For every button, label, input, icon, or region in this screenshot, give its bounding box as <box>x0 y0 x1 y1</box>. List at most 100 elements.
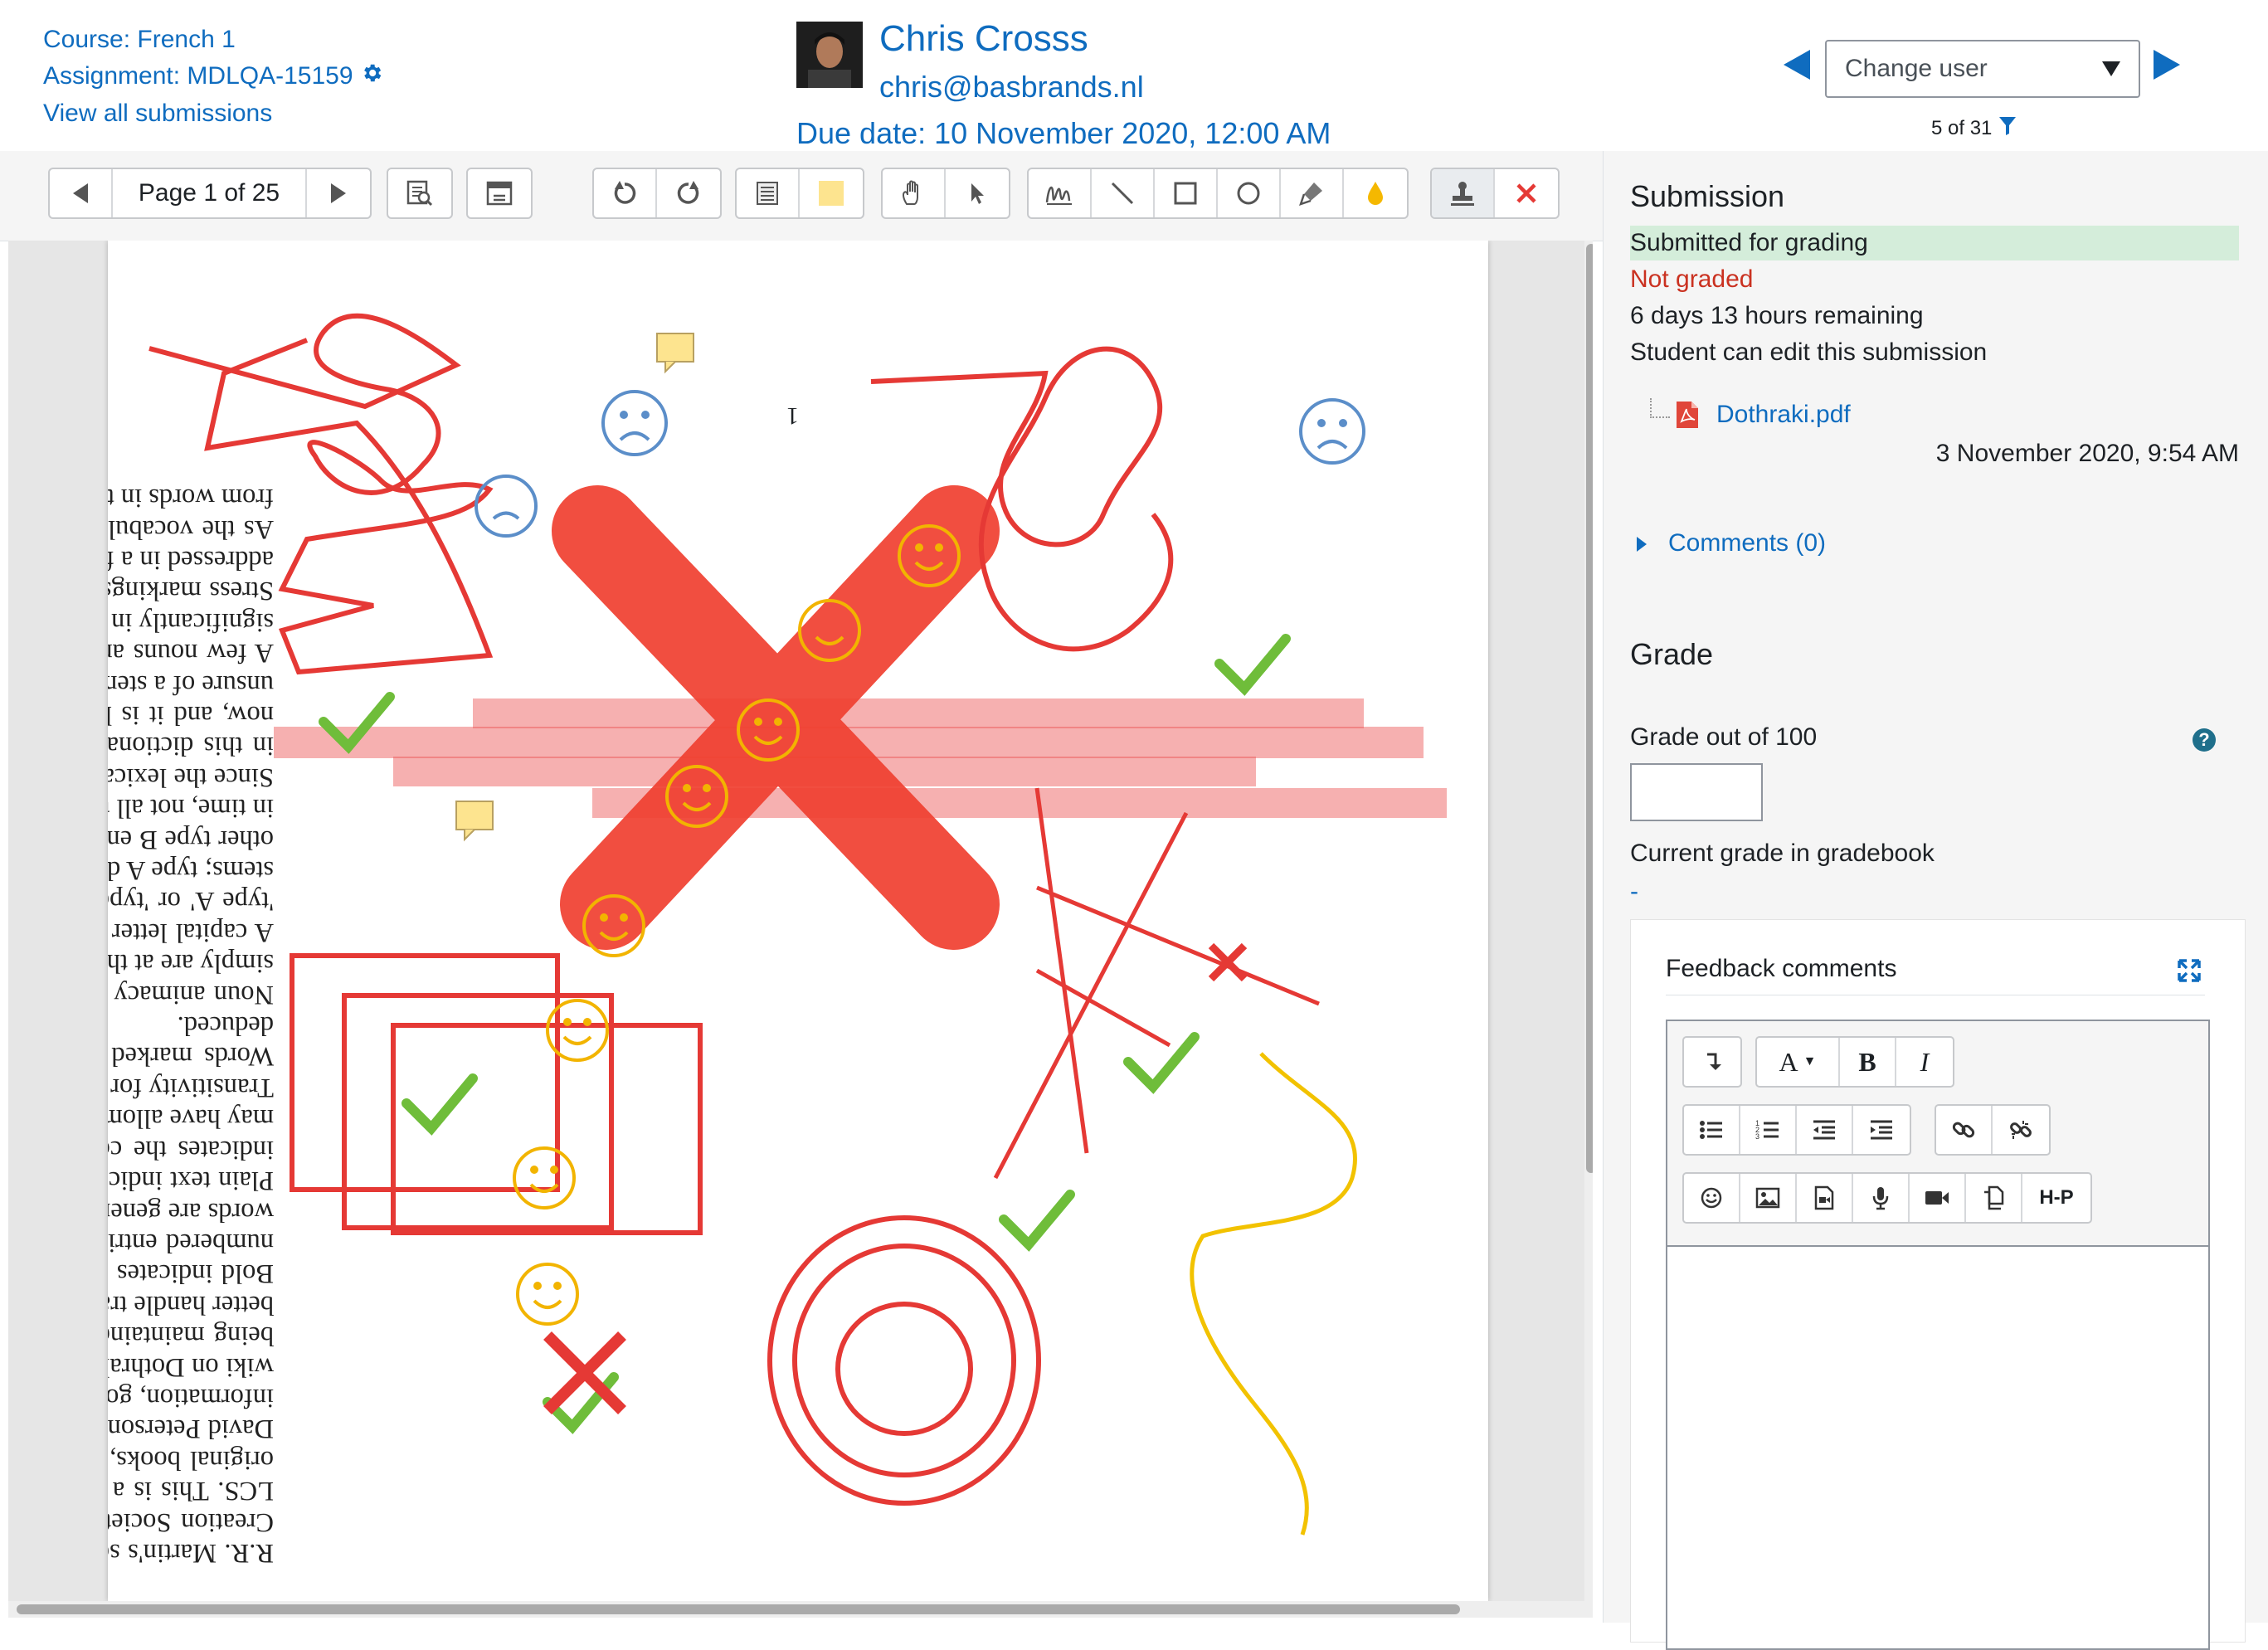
h5p-icon[interactable]: H-P <box>2022 1174 2090 1222</box>
oval-annotation[interactable] <box>792 1244 1016 1477</box>
tick-stamp[interactable] <box>319 692 395 754</box>
user-count: 5 of 31 <box>1931 116 2017 142</box>
bullet-list-icon[interactable] <box>1684 1106 1740 1154</box>
next-page-icon[interactable] <box>307 169 370 217</box>
annotation-layer[interactable] <box>108 241 1488 1601</box>
line-annotation[interactable] <box>1035 968 1171 1048</box>
manage-files-icon[interactable] <box>1966 1174 2022 1222</box>
vertical-scrollbar[interactable] <box>1584 241 1593 1601</box>
next-user-icon[interactable] <box>2154 50 2180 80</box>
sad-face-stamp[interactable] <box>1299 398 1365 465</box>
current-grade-value[interactable]: - <box>1630 878 1638 906</box>
rectangle-annotation[interactable] <box>290 953 560 1192</box>
page-select[interactable]: Page 1 of 25 <box>113 169 307 217</box>
comment-icon[interactable] <box>737 169 800 217</box>
view-all-submissions-link[interactable]: View all submissions <box>43 100 272 127</box>
submission-heading: Submission <box>1630 179 1785 213</box>
outdent-icon[interactable] <box>1797 1106 1853 1154</box>
video-icon[interactable] <box>1910 1174 1966 1222</box>
help-icon[interactable]: ? <box>2193 728 2216 752</box>
tick-stamp[interactable] <box>1123 1032 1200 1094</box>
rotate-group <box>592 168 722 219</box>
indent-icon[interactable] <box>1853 1106 1910 1154</box>
vertical-scroll-thumb[interactable] <box>1586 244 1593 1173</box>
highlighter-icon[interactable] <box>1281 169 1344 217</box>
oval-annotation[interactable] <box>767 1215 1041 1506</box>
italic-icon[interactable]: I <box>1896 1038 1953 1086</box>
horizontal-scrollbar[interactable] <box>8 1601 1593 1618</box>
unlink-icon[interactable] <box>1993 1106 2049 1154</box>
comment-bubble-icon[interactable] <box>656 333 694 374</box>
smiley-stamp[interactable] <box>513 1146 576 1210</box>
stamp-cross-icon[interactable] <box>1495 169 1558 217</box>
smiley-stamp[interactable] <box>516 1263 579 1326</box>
user-email-link[interactable]: chris@basbrands.nl <box>879 70 1144 104</box>
comment-group <box>735 168 864 219</box>
page-nav-group: Page 1 of 25 <box>48 168 372 219</box>
annotation-color-icon[interactable] <box>1344 169 1407 217</box>
previous-user-icon[interactable] <box>1784 50 1810 80</box>
oval-icon[interactable] <box>1218 169 1281 217</box>
rectangle-annotation[interactable] <box>391 1023 703 1235</box>
assignment-link[interactable]: Assignment: MDLQA-15159 <box>43 62 353 90</box>
expand-comments-group <box>466 168 533 219</box>
toolbar-group: H-P <box>1682 1172 2092 1224</box>
media-icon[interactable] <box>1797 1174 1853 1222</box>
submitted-file-link[interactable]: Dothraki.pdf <box>1716 401 1851 429</box>
toolbar-group <box>1682 1036 1742 1088</box>
line-annotation[interactable] <box>993 811 1189 1180</box>
font-size-icon[interactable]: A ▼ <box>1757 1038 1840 1086</box>
microphone-icon[interactable] <box>1853 1174 1910 1222</box>
tick-stamp[interactable] <box>402 1073 478 1136</box>
editor-toolbar: A ▼ B I 123 H-P <box>1667 1021 2208 1247</box>
expand-comments-icon[interactable] <box>468 169 531 217</box>
oval-annotation[interactable] <box>835 1302 973 1436</box>
pen-annotation[interactable] <box>148 313 494 675</box>
avatar[interactable] <box>796 22 863 88</box>
stamp-tools-group <box>1430 168 1560 219</box>
pen-annotation[interactable] <box>1190 1052 1357 1536</box>
user-count-label: 5 of 31 <box>1931 116 1993 139</box>
bold-icon[interactable]: B <box>1840 1038 1896 1086</box>
line-annotation[interactable] <box>1036 885 1320 1006</box>
grade-heading: Grade <box>1630 637 1714 671</box>
expand-icon[interactable] <box>2177 958 2202 987</box>
pan-hand-icon[interactable] <box>883 169 946 217</box>
highlight-color-icon[interactable] <box>800 169 863 217</box>
sad-face-stamp[interactable] <box>601 390 668 456</box>
numbered-list-icon[interactable]: 123 <box>1740 1106 1797 1154</box>
emoticon-icon[interactable] <box>1684 1174 1740 1222</box>
pen-icon[interactable] <box>1029 169 1092 217</box>
stamp-icon[interactable] <box>1432 169 1495 217</box>
grade-input[interactable] <box>1630 763 1763 821</box>
change-user-select[interactable]: Change user <box>1825 40 2140 98</box>
pdf-viewer[interactable]: R.R. Martin's series, A Song of Ice and … <box>8 241 1593 1618</box>
user-name-link[interactable]: Chris Crosss <box>879 18 1088 59</box>
cross-stamp[interactable] <box>543 1331 626 1414</box>
feedback-editor: A ▼ B I 123 H-P <box>1666 1020 2210 1650</box>
line-annotation[interactable] <box>1034 787 1089 1154</box>
line-icon[interactable] <box>1092 169 1155 217</box>
cross-stamp[interactable] <box>552 485 1000 950</box>
collapse-icon[interactable] <box>1684 1038 1740 1086</box>
link-icon[interactable] <box>1936 1106 1993 1154</box>
rotate-left-icon[interactable] <box>594 169 657 217</box>
sad-face-stamp[interactable] <box>475 475 538 538</box>
horizontal-scroll-thumb[interactable] <box>17 1604 1460 1614</box>
course-info: Course: French 1 Assignment: MDLQA-15159… <box>43 22 383 132</box>
comment-bubble-icon[interactable] <box>455 801 494 842</box>
tick-stamp[interactable] <box>999 1190 1075 1252</box>
select-arrow-icon[interactable] <box>946 169 1009 217</box>
tick-stamp[interactable] <box>1214 634 1291 696</box>
filter-icon[interactable] <box>1998 116 2017 142</box>
comments-toggle[interactable]: Comments (0) <box>1637 529 1826 557</box>
search-comments-icon[interactable] <box>388 169 451 217</box>
prev-page-icon[interactable] <box>50 169 113 217</box>
image-icon[interactable] <box>1740 1174 1797 1222</box>
gear-icon[interactable] <box>360 59 383 95</box>
rotate-right-icon[interactable] <box>657 169 720 217</box>
pdf-page[interactable]: R.R. Martin's series, A Song of Ice and … <box>108 241 1488 1601</box>
rectangle-icon[interactable] <box>1155 169 1218 217</box>
feedback-text-area[interactable] <box>1667 1247 2208 1648</box>
course-link[interactable]: Course: French 1 <box>43 26 236 53</box>
